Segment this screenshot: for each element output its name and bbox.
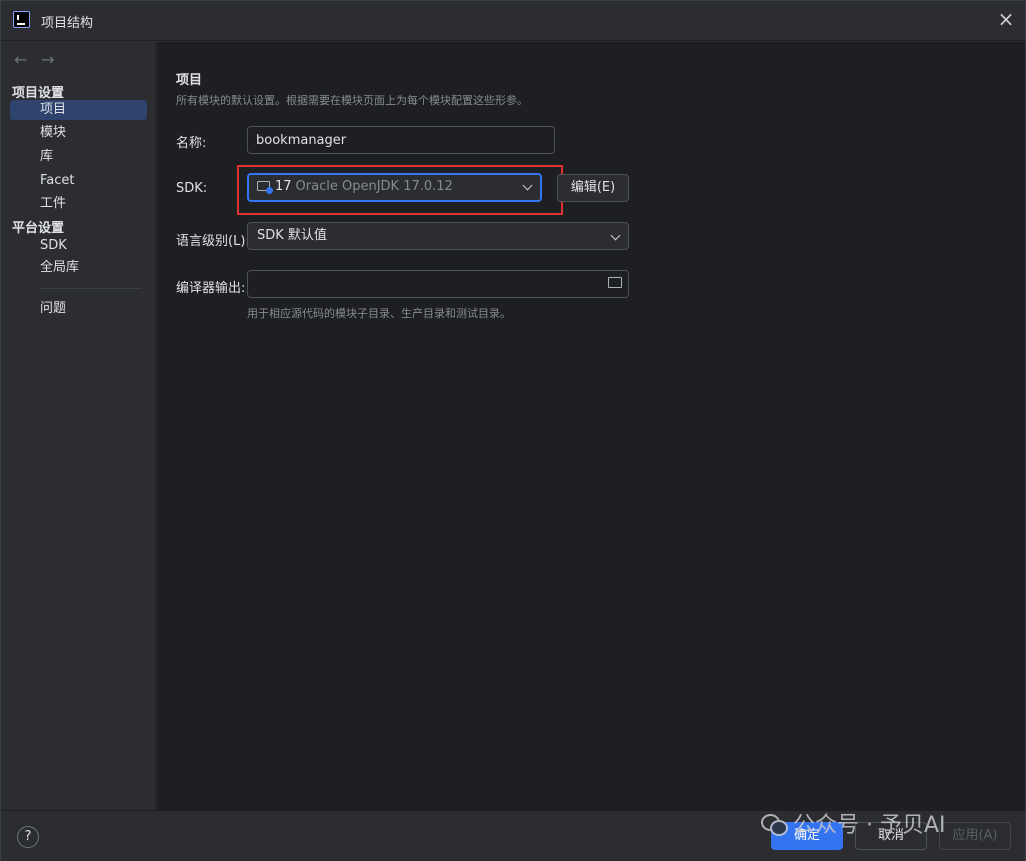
language-level-select[interactable]: SDK 默认值 xyxy=(247,222,629,250)
folder-browse-icon[interactable] xyxy=(608,277,622,288)
red-highlight-annotation xyxy=(237,165,563,215)
title-bar: 项目结构 × xyxy=(1,1,1025,41)
sidebar-item-facet[interactable]: Facet xyxy=(10,171,147,191)
edit-sdk-button[interactable]: 编辑(E) xyxy=(557,174,629,202)
forward-arrow-icon[interactable]: → xyxy=(41,50,63,69)
nav-arrows: ← → xyxy=(14,50,63,69)
apply-button[interactable]: 应用(A) xyxy=(939,822,1011,850)
sidebar-item-project[interactable]: 项目 xyxy=(10,100,147,120)
section-project-settings: 项目设置 xyxy=(12,86,65,101)
sidebar-divider xyxy=(39,288,142,289)
project-name-input[interactable] xyxy=(247,126,555,154)
compiler-output-input[interactable] xyxy=(247,270,629,298)
sidebar-item-problems[interactable]: 问题 xyxy=(10,299,147,319)
intellij-app-icon xyxy=(13,11,30,28)
language-level-value: SDK 默认值 xyxy=(257,228,327,243)
sidebar-item-modules[interactable]: 模块 xyxy=(10,123,147,143)
page-title: 项目 xyxy=(176,73,203,88)
compiler-output-hint: 用于相应源代码的模块子目录、生产目录和测试目录。 xyxy=(247,307,511,320)
wechat-icon xyxy=(761,814,788,836)
back-arrow-icon[interactable]: ← xyxy=(14,50,36,69)
watermark-text: 公众号 · 予贝AI xyxy=(793,813,946,838)
compiler-output-label: 编译器输出: xyxy=(176,281,246,296)
sdk-label: SDK: xyxy=(176,181,208,196)
window-title: 项目结构 xyxy=(41,16,94,31)
page-description: 所有模块的默认设置。根据需要在模块页面上为每个模块配置这些形参。 xyxy=(176,94,528,107)
sidebar: ← → 项目设置 项目 模块 库 Facet 工件 平台设置 SDK 全局库 问… xyxy=(1,42,156,810)
sidebar-item-artifacts[interactable]: 工件 xyxy=(10,194,147,214)
chevron-down-icon xyxy=(610,230,621,241)
sidebar-item-sdk[interactable]: SDK xyxy=(10,236,147,256)
name-label: 名称: xyxy=(176,136,207,151)
compiler-output-field xyxy=(247,270,629,298)
sidebar-item-global-libraries[interactable]: 全局库 xyxy=(10,258,147,278)
project-settings-panel: 项目 所有模块的默认设置。根据需要在模块页面上为每个模块配置这些形参。 名称: … xyxy=(157,42,1025,810)
close-icon[interactable]: × xyxy=(995,9,1017,31)
help-icon[interactable]: ? xyxy=(17,826,39,848)
project-structure-dialog: 项目结构 × ← → 项目设置 项目 模块 库 Facet 工件 平台设置 SD… xyxy=(0,0,1026,861)
sidebar-item-libraries[interactable]: 库 xyxy=(10,147,147,167)
wechat-watermark: 公众号 · 予贝AI xyxy=(761,807,946,839)
section-platform-settings: 平台设置 xyxy=(12,221,65,236)
language-level-label: 语言级别(L): xyxy=(176,234,250,249)
